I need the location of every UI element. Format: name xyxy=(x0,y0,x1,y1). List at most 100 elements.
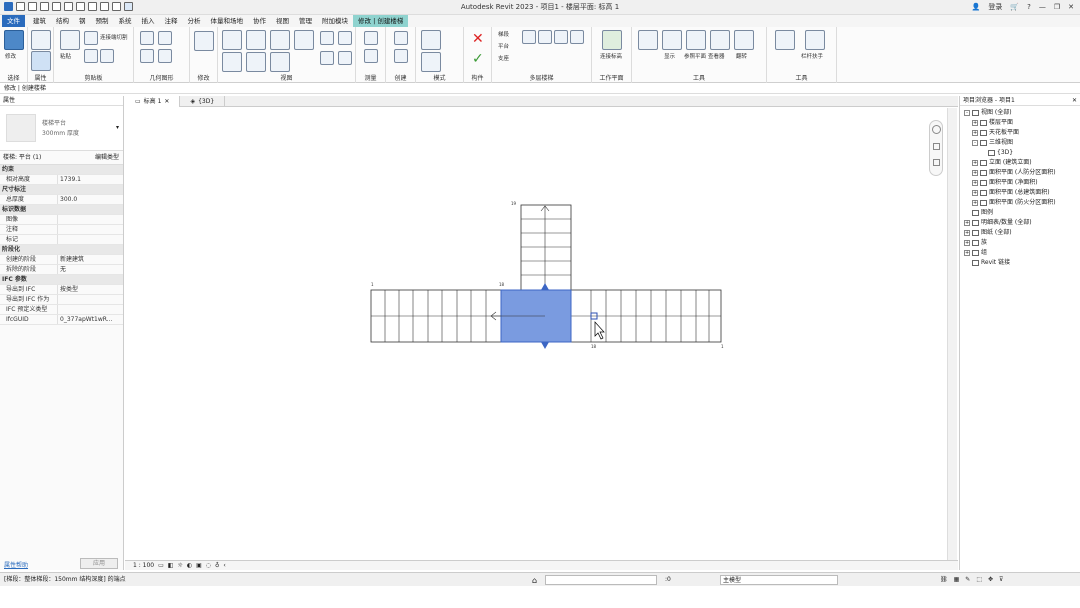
tab-14[interactable]: 修改 | 创建楼梯 xyxy=(353,15,409,27)
tab-8[interactable]: 分析 xyxy=(183,15,206,27)
tree-node[interactable]: + 天花板平面 xyxy=(964,128,1080,138)
stair-sketch[interactable]: 1 1 19 18 18 xyxy=(125,108,947,560)
copy-icon[interactable] xyxy=(84,49,98,63)
cart-icon[interactable]: 🛒 xyxy=(1010,3,1019,11)
crop-view-icon[interactable]: ▣ xyxy=(196,562,202,569)
u-winder-icon[interactable] xyxy=(570,30,584,44)
design-option-dropdown[interactable]: 主模型 xyxy=(720,575,838,585)
tree-node[interactable]: + 面积平面 (总建筑面积) xyxy=(964,188,1080,198)
modify-tool-icon[interactable] xyxy=(4,30,24,50)
tree-node[interactable]: + 族 xyxy=(964,238,1080,248)
tab-9[interactable]: 体量和场地 xyxy=(206,15,249,27)
tree-node[interactable]: + 面积平面 (防火分区面积) xyxy=(964,198,1080,208)
help-icon[interactable]: ? xyxy=(1027,3,1031,11)
create-group-icon[interactable] xyxy=(421,52,441,72)
tree-toggle-icon[interactable]: + xyxy=(972,180,978,186)
spiral-run-icon[interactable] xyxy=(538,30,552,44)
sun-path-icon[interactable]: ☼ xyxy=(177,562,182,569)
property-value[interactable]: 按类型 xyxy=(58,285,123,294)
tab-2[interactable]: 结构 xyxy=(51,15,74,27)
cope-icon[interactable] xyxy=(158,31,172,45)
temporary-hide-icon[interactable]: ◌ xyxy=(206,562,211,569)
visual-style-icon[interactable]: ◧ xyxy=(168,562,174,569)
properties-help-link[interactable]: 属性帮助 xyxy=(4,560,28,569)
copy-element-icon[interactable] xyxy=(338,31,352,45)
tree-toggle-icon[interactable]: + xyxy=(964,240,970,246)
tree-toggle-icon[interactable]: + xyxy=(972,170,978,176)
flip-icon[interactable] xyxy=(734,30,754,50)
viewer-icon[interactable] xyxy=(710,30,730,50)
property-value[interactable]: 1739.1 xyxy=(58,175,123,184)
apply-button[interactable]: 应用 xyxy=(80,558,118,569)
property-value[interactable]: 0_377apWt1wR... xyxy=(58,315,123,324)
tab-13[interactable]: 附加模块 xyxy=(317,15,353,27)
drag-elements-icon[interactable]: ✥ xyxy=(988,573,993,587)
edit-type-button[interactable]: 编辑类型 xyxy=(95,151,119,165)
flip-stairs-icon[interactable] xyxy=(194,31,214,51)
reveal-hidden-icon[interactable]: ♁ xyxy=(215,562,219,569)
array-icon[interactable] xyxy=(270,52,290,72)
select-underlay-icon[interactable]: ▦ xyxy=(954,573,960,587)
cut-icon[interactable] xyxy=(84,31,98,45)
tree-node[interactable]: + 组 xyxy=(964,248,1080,258)
property-category[interactable]: 阶段化 xyxy=(0,245,123,255)
shadows-icon[interactable]: ◐ xyxy=(187,562,192,569)
tree-node[interactable]: Revit 链接 xyxy=(964,258,1080,268)
select-by-face-icon[interactable]: ⬚ xyxy=(976,573,982,587)
property-value[interactable] xyxy=(58,235,123,244)
tab-6[interactable]: 插入 xyxy=(137,15,160,27)
type-selector[interactable]: 楼梯平台 300mm 厚度 ▾ xyxy=(0,106,123,151)
offset-icon[interactable] xyxy=(246,30,266,50)
select-links-icon[interactable]: ⛓ xyxy=(940,573,948,587)
create-part-icon[interactable] xyxy=(421,30,441,50)
properties-icon[interactable] xyxy=(31,30,51,50)
chevron-down-icon[interactable]: ▾ xyxy=(116,124,119,131)
connect-levels-icon[interactable] xyxy=(602,30,622,50)
tab-11[interactable]: 视图 xyxy=(271,15,294,27)
set-workplane-icon[interactable] xyxy=(638,30,658,50)
tree-node[interactable]: + 楼层平面 xyxy=(964,118,1080,128)
support-tool[interactable]: 支座 xyxy=(498,54,509,62)
rotate-icon[interactable] xyxy=(246,52,266,72)
steering-wheel-icon[interactable] xyxy=(932,125,941,134)
tree-toggle-icon[interactable]: + xyxy=(972,200,978,206)
align-icon[interactable] xyxy=(222,30,242,50)
tree-node[interactable]: + 面积平面 (人防分区面积) xyxy=(964,168,1080,178)
tree-node[interactable]: + 立面 (建筑立面) xyxy=(964,158,1080,168)
hide-icon[interactable] xyxy=(364,31,378,45)
ref-plane-icon[interactable] xyxy=(686,30,706,50)
tab-10[interactable]: 协作 xyxy=(248,15,271,27)
tree-toggle-icon[interactable]: + xyxy=(972,160,978,166)
tab-1[interactable]: 建筑 xyxy=(28,15,51,27)
scroll-left-icon[interactable]: ‹ xyxy=(223,562,225,569)
user-icon[interactable]: 👤 xyxy=(972,3,981,11)
run-tool[interactable]: 梯段 xyxy=(498,30,509,38)
measure-tool-icon[interactable] xyxy=(394,31,408,45)
match-type-icon[interactable] xyxy=(100,49,114,63)
property-category[interactable]: IFC 参数 xyxy=(0,275,123,285)
restore-icon[interactable]: ❐ xyxy=(1054,3,1060,11)
navigation-bar[interactable] xyxy=(929,120,943,176)
railing-icon[interactable] xyxy=(805,30,825,50)
dimension-icon[interactable] xyxy=(394,49,408,63)
l-winder-icon[interactable] xyxy=(554,30,568,44)
delete-icon[interactable] xyxy=(320,51,334,65)
property-value[interactable] xyxy=(58,295,123,304)
landing-tool[interactable]: 平台 xyxy=(498,42,509,50)
tree-toggle-icon[interactable]: + xyxy=(964,250,970,256)
tab-3[interactable]: 钢 xyxy=(74,15,91,27)
workset-dropdown[interactable] xyxy=(545,575,657,585)
type-properties-icon[interactable] xyxy=(31,51,51,71)
instance-filter[interactable]: 楼梯: 平台 (1) 编辑类型 xyxy=(0,151,123,165)
property-value[interactable] xyxy=(58,215,123,224)
cancel-edit-icon[interactable]: ✕ xyxy=(472,31,484,47)
zoom-icon[interactable] xyxy=(933,143,940,150)
view-scale[interactable]: 1 : 100 xyxy=(133,562,154,569)
property-value[interactable] xyxy=(58,225,123,234)
tab-close-icon[interactable]: ✕ xyxy=(164,96,169,107)
mirror-icon[interactable] xyxy=(270,30,290,50)
tree-toggle-icon[interactable]: + xyxy=(964,220,970,226)
tab-5[interactable]: 系统 xyxy=(114,15,137,27)
split-face-icon[interactable] xyxy=(158,49,172,63)
property-value[interactable]: 无 xyxy=(58,265,123,274)
